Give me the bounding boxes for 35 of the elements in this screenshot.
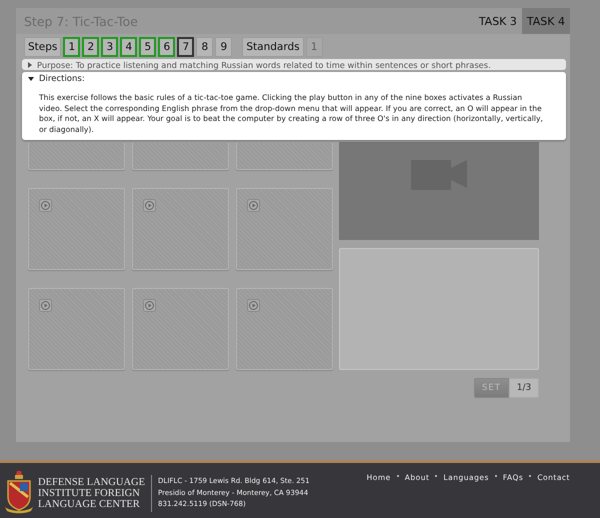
game-cell[interactable] bbox=[236, 143, 333, 170]
step-button[interactable]: 6 bbox=[158, 37, 176, 57]
directions-toggle[interactable]: Directions: bbox=[22, 73, 566, 84]
task-tab[interactable]: TASK 4 bbox=[522, 8, 570, 34]
play-icon[interactable] bbox=[143, 299, 156, 312]
game-cell[interactable] bbox=[132, 188, 229, 270]
play-icon[interactable] bbox=[247, 199, 260, 212]
set-counter: 1/3 bbox=[509, 378, 539, 398]
step-button[interactable]: 2 bbox=[82, 37, 100, 57]
step-button[interactable]: 3 bbox=[101, 37, 118, 57]
institute-name: LANGUAGE CENTER bbox=[38, 499, 141, 510]
game-cell[interactable] bbox=[132, 143, 229, 170]
play-icon[interactable] bbox=[143, 199, 156, 212]
game-cell[interactable] bbox=[28, 143, 125, 170]
purpose-bar[interactable]: Purpose: To practice listening and matching Russian words related to time within sentences or short phrases. bbox=[22, 59, 566, 70]
step-button[interactable]: 1 bbox=[63, 37, 80, 57]
play-icon[interactable] bbox=[247, 299, 260, 312]
step-button[interactable]: 9 bbox=[215, 37, 232, 57]
game-cell[interactable] bbox=[236, 288, 333, 370]
game-cell[interactable] bbox=[28, 288, 125, 370]
game-cell[interactable] bbox=[132, 288, 229, 370]
step-button[interactable]: 5 bbox=[139, 37, 156, 57]
game-cell[interactable] bbox=[28, 188, 125, 270]
institute-name: DEFENSE LANGUAGE bbox=[38, 477, 146, 488]
step-button[interactable]: 8 bbox=[196, 37, 214, 57]
task-tab[interactable]: TASK 3 bbox=[474, 8, 522, 34]
step-button[interactable]: 7 bbox=[177, 37, 194, 57]
play-icon[interactable] bbox=[39, 299, 52, 312]
play-icon[interactable] bbox=[39, 199, 52, 212]
step-button[interactable]: 4 bbox=[120, 37, 138, 57]
crest-logo bbox=[4, 469, 34, 515]
institute-name: INSTITUTE FOREIGN bbox=[38, 488, 141, 499]
standards-label: Standards bbox=[242, 37, 304, 57]
steps-label: Steps bbox=[24, 37, 62, 57]
game-cell[interactable] bbox=[236, 188, 333, 270]
